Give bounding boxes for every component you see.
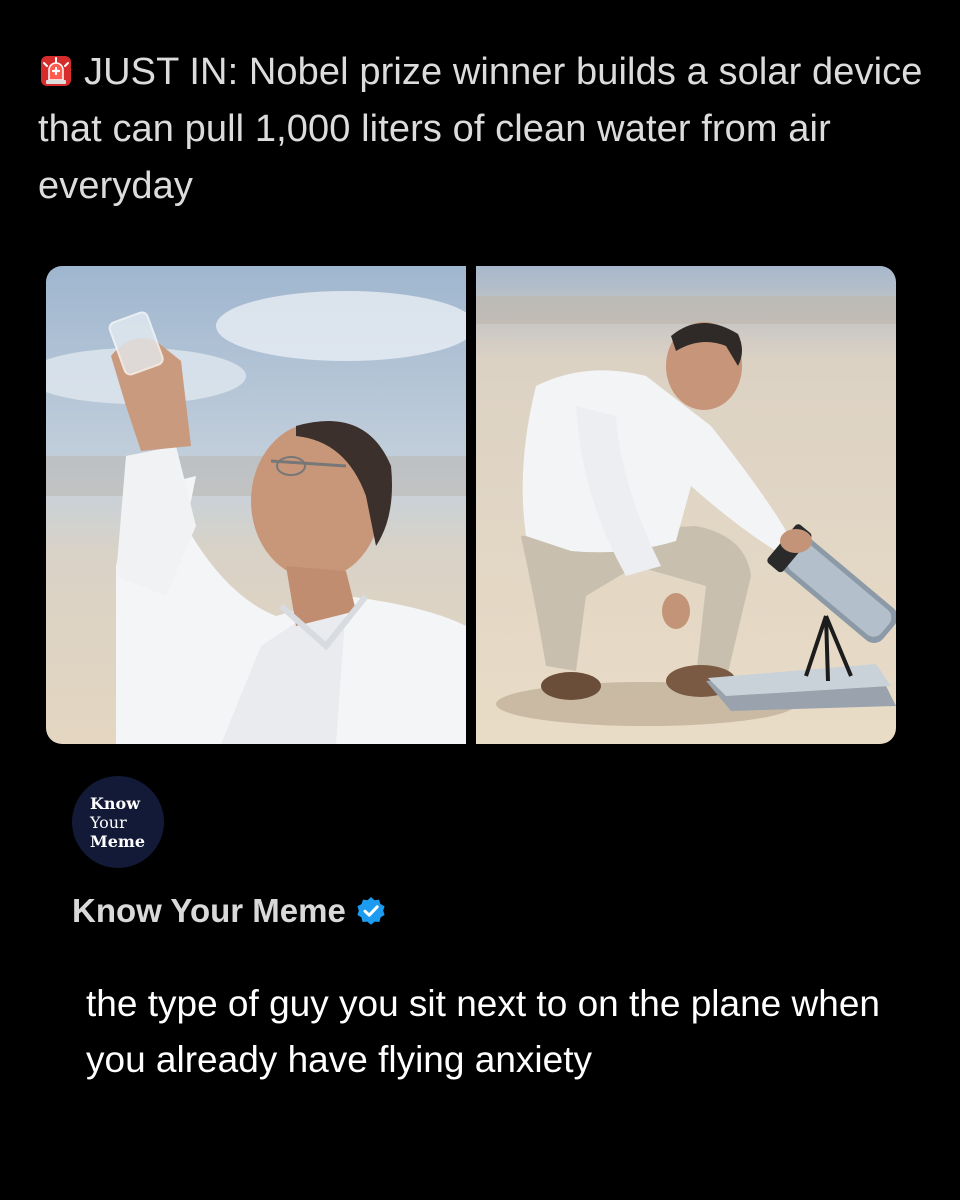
logo-line-your: Your [90,812,127,832]
logo-line-know: Know [90,793,140,813]
account-name[interactable]: Know Your Meme [72,892,346,930]
man-raising-glass-of-water-photo[interactable] [46,266,466,744]
headline-text: JUST IN: Nobel prize winner builds a sol… [38,51,923,207]
verified-badge-icon [356,896,386,926]
siren-emoji-icon [38,49,74,86]
logo-line-meme: Meme [90,831,145,851]
photo-grid [46,266,896,744]
headline: JUST IN: Nobel prize winner builds a sol… [38,44,928,215]
man-crouching-by-solar-device-photo[interactable] [476,266,896,744]
know-your-meme-logo[interactable]: Know Your Meme [72,776,164,868]
post-caption: the type of guy you sit next to on the p… [86,983,880,1080]
account-name-row[interactable]: Know Your Meme [72,892,386,930]
